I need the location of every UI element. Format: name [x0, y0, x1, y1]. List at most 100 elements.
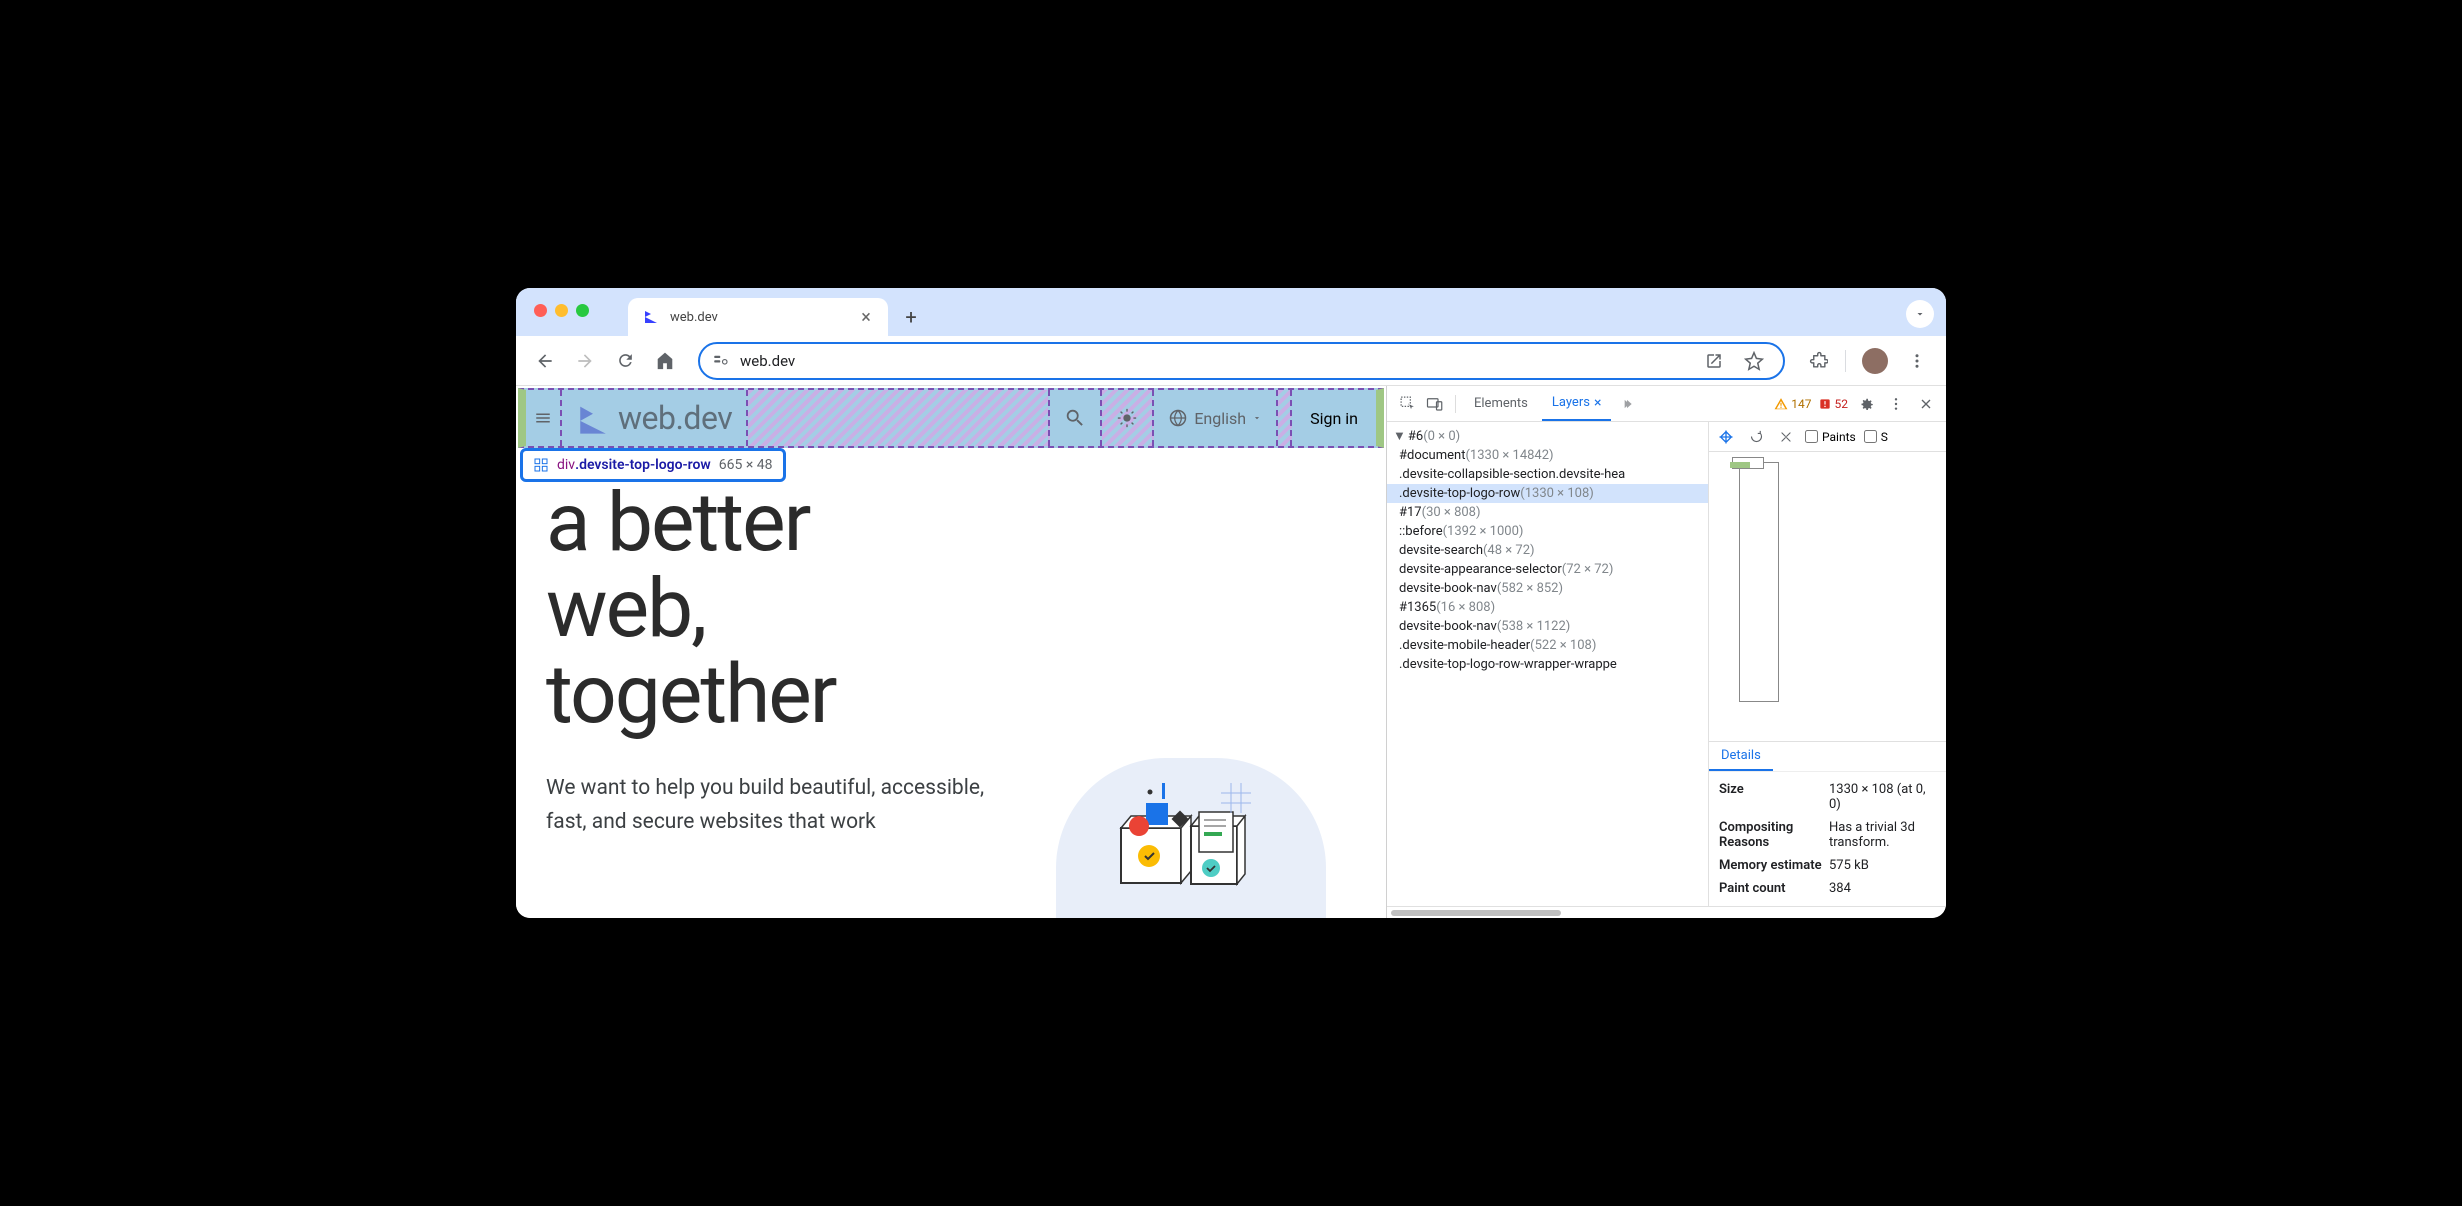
- language-label: English: [1194, 409, 1246, 428]
- layer-item[interactable]: devsite-search(48 × 72): [1387, 541, 1708, 560]
- chevron-down-icon: [1252, 413, 1262, 423]
- settings-icon[interactable]: [1854, 392, 1878, 416]
- tabs-row: web.dev × +: [628, 288, 926, 336]
- close-window-button[interactable]: [534, 304, 547, 317]
- logo-text: web.dev: [618, 399, 732, 437]
- browser-window: web.dev × + web.dev: [516, 288, 1946, 918]
- details-body: Size1330 × 108 (at 0, 0)Compositing Reas…: [1709, 771, 1946, 906]
- pan-tool-icon[interactable]: [1715, 426, 1737, 448]
- reload-button[interactable]: [608, 344, 642, 378]
- profile-avatar[interactable]: [1862, 348, 1888, 374]
- tooltip-tag: div: [557, 457, 575, 473]
- details-row: Size1330 × 108 (at 0, 0): [1719, 778, 1936, 816]
- layer-item[interactable]: #17(30 × 808): [1387, 503, 1708, 522]
- language-selector[interactable]: English: [1154, 390, 1278, 446]
- open-external-icon[interactable]: [1697, 344, 1731, 378]
- tooltip-dims: 665 × 48: [719, 457, 773, 473]
- inspect-icon[interactable]: [1395, 392, 1419, 416]
- hero-line2: web,: [546, 561, 705, 657]
- layer-item[interactable]: devsite-book-nav(538 × 1122): [1387, 617, 1708, 636]
- traffic-lights: [534, 304, 589, 317]
- menu-icon[interactable]: [1900, 344, 1934, 378]
- horizontal-scrollbar[interactable]: [1387, 906, 1946, 918]
- reset-tool-icon[interactable]: [1775, 426, 1797, 448]
- favicon-icon: [642, 308, 660, 326]
- layer-item[interactable]: ▼#6(0 × 0): [1387, 426, 1708, 446]
- devtools-panel: Elements Layers × 147 52: [1386, 386, 1946, 918]
- toolbar: web.dev: [516, 336, 1946, 386]
- theme-toggle[interactable]: [1102, 390, 1154, 446]
- layer-item[interactable]: #document(1330 × 14842): [1387, 446, 1708, 465]
- layer-item[interactable]: .devsite-mobile-header(522 × 108): [1387, 636, 1708, 655]
- details-tabs: Details: [1709, 741, 1946, 771]
- titlebar: web.dev × +: [516, 288, 1946, 336]
- search-button[interactable]: [1050, 390, 1102, 446]
- addressbar-actions: [1697, 344, 1771, 378]
- canvas-toolbar: Paints S: [1709, 422, 1946, 452]
- device-toggle-icon[interactable]: [1423, 392, 1447, 416]
- back-button[interactable]: [528, 344, 562, 378]
- hero-line1: a better: [546, 475, 809, 571]
- site-settings-icon[interactable]: [712, 352, 730, 370]
- site-logo[interactable]: web.dev: [562, 390, 748, 446]
- sign-in-label: Sign in: [1310, 409, 1358, 428]
- more-tabs-icon[interactable]: [1615, 392, 1639, 416]
- tab-title: web.dev: [670, 310, 848, 325]
- layer-item[interactable]: .devsite-top-logo-row-wrapper-wrappe: [1387, 655, 1708, 674]
- layer-item[interactable]: devsite-book-nav(582 × 852): [1387, 579, 1708, 598]
- layer-item[interactable]: .devsite-top-logo-row(1330 × 108): [1387, 484, 1708, 503]
- address-bar[interactable]: web.dev: [698, 342, 1785, 380]
- details-row: Compositing ReasonsHas a trivial 3d tran…: [1719, 816, 1936, 854]
- close-tab-icon[interactable]: ×: [858, 309, 874, 325]
- layer-item[interactable]: #1365(16 × 808): [1387, 598, 1708, 617]
- layer-3d-visualization: [1739, 462, 1779, 702]
- inspector-tooltip: div.devsite-top-logo-row 665 × 48: [520, 448, 786, 482]
- sign-in-button[interactable]: Sign in: [1292, 390, 1376, 446]
- hero-illustration: [1056, 758, 1326, 918]
- minimize-window-button[interactable]: [555, 304, 568, 317]
- devtools-body: ▼#6(0 × 0)#document(1330 × 14842).devsit…: [1387, 422, 1946, 906]
- header-gap: [1278, 390, 1292, 446]
- layers-right-panel: Paints S Details Size1330 × 108 (at 0, 0…: [1709, 422, 1946, 906]
- close-icon[interactable]: ×: [1594, 395, 1601, 411]
- layers-3d-canvas[interactable]: [1709, 452, 1946, 741]
- tab-layers[interactable]: Layers ×: [1542, 386, 1612, 421]
- bookmark-icon[interactable]: [1737, 344, 1771, 378]
- page-viewport: web.dev English Sign in: [516, 386, 1386, 918]
- browser-tab[interactable]: web.dev ×: [628, 298, 888, 336]
- close-devtools-icon[interactable]: [1914, 392, 1938, 416]
- hamburger-menu[interactable]: [526, 390, 562, 446]
- divider: [1455, 395, 1456, 413]
- kebab-menu-icon[interactable]: [1884, 392, 1908, 416]
- details-tab[interactable]: Details: [1709, 742, 1773, 771]
- details-row: Paint count384: [1719, 877, 1936, 900]
- home-button[interactable]: [648, 344, 682, 378]
- layer-item[interactable]: devsite-appearance-selector(72 × 72): [1387, 560, 1708, 579]
- devtools-tabbar: Elements Layers × 147 52: [1387, 386, 1946, 422]
- warning-icon: [1774, 397, 1788, 411]
- rotate-tool-icon[interactable]: [1745, 426, 1767, 448]
- s-checkbox[interactable]: S: [1864, 430, 1888, 444]
- maximize-window-button[interactable]: [576, 304, 589, 317]
- grid-icon: [533, 457, 549, 473]
- webdev-logo-icon: [576, 401, 610, 435]
- paints-checkbox[interactable]: Paints: [1805, 430, 1856, 444]
- layers-tree[interactable]: ▼#6(0 × 0)#document(1330 × 14842).devsit…: [1387, 422, 1709, 906]
- hero-description: We want to help you build beautiful, acc…: [546, 772, 1006, 839]
- forward-button[interactable]: [568, 344, 602, 378]
- url-text: web.dev: [740, 352, 1687, 370]
- hero-line3: together: [546, 647, 836, 743]
- header-spacer: [748, 390, 1050, 446]
- divider: [1845, 350, 1846, 372]
- hero-title: a better web, together: [546, 480, 1356, 738]
- layer-item[interactable]: ::before(1392 × 1000): [1387, 522, 1708, 541]
- tab-elements[interactable]: Elements: [1464, 386, 1538, 421]
- tooltip-class: .devsite-top-logo-row: [575, 457, 711, 473]
- errors-badge[interactable]: 52: [1818, 397, 1849, 411]
- layer-item[interactable]: .devsite-collapsible-section.devsite-hea: [1387, 465, 1708, 484]
- warnings-badge[interactable]: 147: [1774, 397, 1811, 411]
- new-tab-button[interactable]: +: [896, 302, 926, 332]
- tab-dropdown-button[interactable]: [1906, 300, 1934, 328]
- globe-icon: [1168, 408, 1188, 428]
- extensions-icon[interactable]: [1801, 344, 1835, 378]
